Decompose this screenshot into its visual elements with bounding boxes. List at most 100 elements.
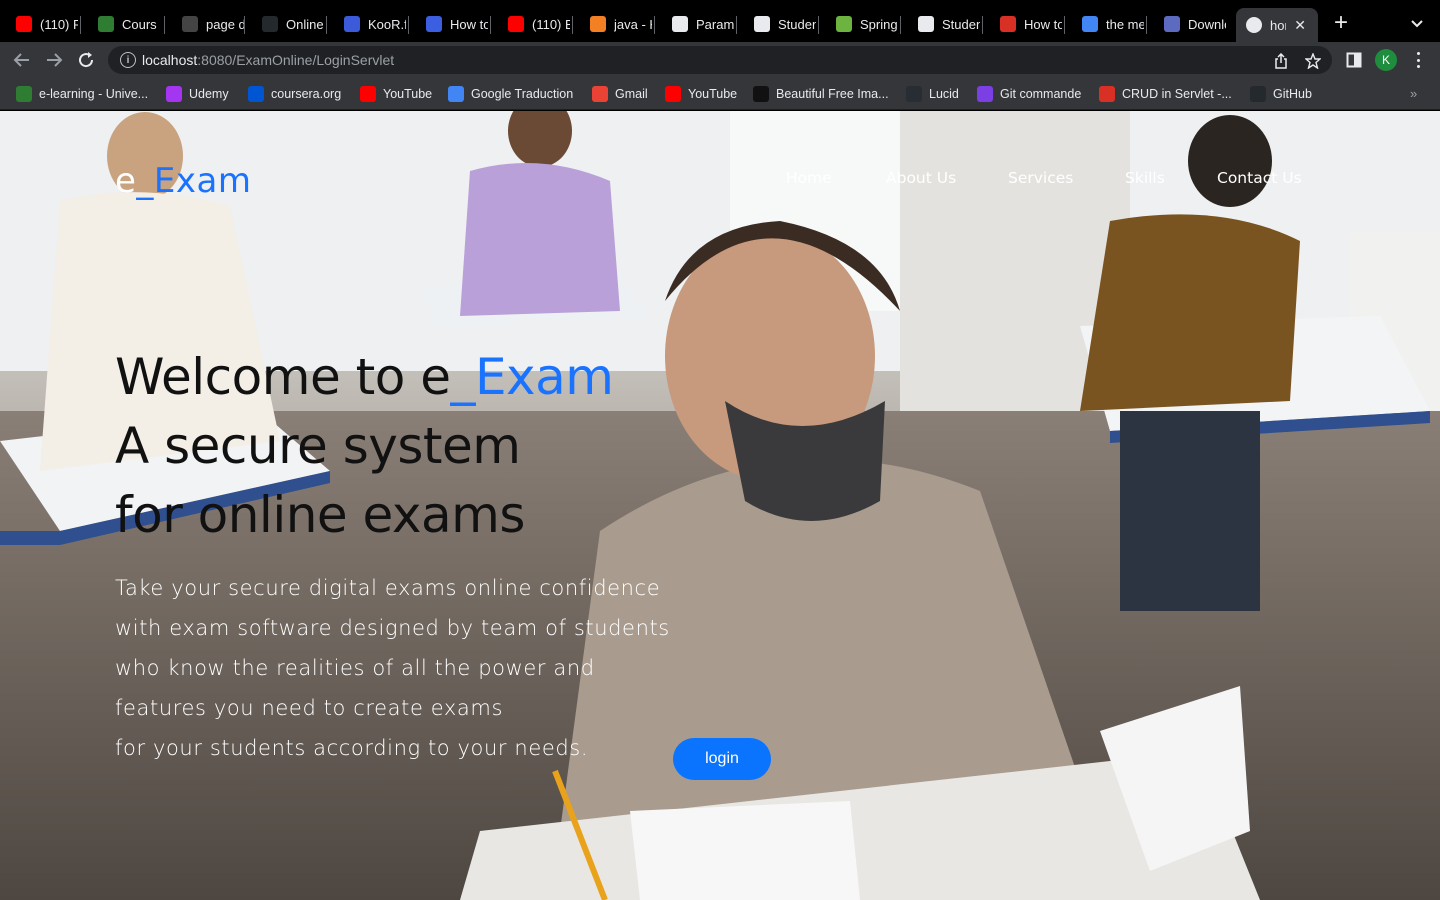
back-button[interactable]	[10, 48, 34, 72]
browser-menu-icon[interactable]	[1412, 50, 1424, 70]
bookmark-item[interactable]: Beautiful Free Ima...	[753, 84, 889, 104]
tab-title: the me	[1106, 16, 1144, 32]
login-button[interactable]: login	[673, 738, 771, 780]
unsplash-icon	[753, 86, 769, 102]
bookmark-item[interactable]: YouTube	[360, 84, 432, 104]
nav-about-us[interactable]: About Us	[886, 169, 956, 187]
site-logo[interactable]: e_Exam	[115, 161, 251, 201]
tab-title: KooR.fr	[368, 16, 406, 32]
close-tab-icon[interactable]: ✕	[1294, 17, 1306, 34]
description-line: Take your secure digital exams online co…	[115, 576, 661, 600]
hero-description: Take your secure digital exams online co…	[115, 568, 755, 768]
tab-separator	[654, 16, 655, 34]
browser-tab[interactable]: java - H	[574, 9, 652, 39]
browser-tab[interactable]: (110) Fl	[0, 9, 78, 39]
sketch-icon	[182, 16, 198, 32]
bookmark-item[interactable]: e-learning - Unive...	[16, 84, 148, 104]
tab-separator	[900, 16, 901, 34]
url-host: localhost	[142, 52, 198, 68]
arrow-right-icon	[47, 53, 63, 67]
browser-tab[interactable]: How to	[984, 9, 1062, 39]
description-line: features you need to create exams	[115, 696, 503, 720]
bookmark-star-icon[interactable]	[1304, 52, 1322, 70]
site-info-icon[interactable]: i	[120, 52, 136, 68]
bookmark-item[interactable]: Google Traduction	[448, 84, 573, 104]
forward-button[interactable]	[42, 48, 66, 72]
nav-skills[interactable]: Skills	[1125, 169, 1165, 187]
tab-separator	[164, 16, 165, 34]
side-panel-button[interactable]	[1342, 48, 1366, 72]
coursera-icon	[248, 86, 264, 102]
headline-line-2: A secure system	[115, 417, 521, 475]
profile-avatar[interactable]: K	[1375, 49, 1397, 71]
browser-tab[interactable]: How to	[410, 9, 488, 39]
bookmark-label: e-learning - Unive...	[39, 87, 149, 101]
more-bookmarks-icon[interactable]: »	[1410, 86, 1417, 101]
headline-brand: _Exam	[450, 348, 614, 406]
side-panel-icon	[1346, 52, 1362, 68]
tab-title: hon	[1270, 17, 1286, 33]
bookmark-item[interactable]: Git commande	[977, 84, 1081, 104]
tab-title: Studen	[942, 16, 980, 32]
address-bar[interactable]: i localhost:8080/ExamOnline/LoginServlet	[108, 46, 1332, 74]
logo-accent: _Exam	[136, 161, 252, 201]
tab-separator	[326, 16, 327, 34]
bookmarks-bar: e-learning - Unive... Udemy coursera.org Yo…	[0, 78, 1440, 110]
globe-icon	[754, 16, 770, 32]
description-line: who know the realities of all the power …	[115, 656, 595, 680]
description-line: for your students according to your need…	[115, 736, 589, 760]
share-icon[interactable]	[1272, 52, 1290, 70]
browser-tab[interactable]: Cours :	[82, 9, 160, 39]
bookmark-item[interactable]: coursera.org	[248, 84, 341, 104]
browser-tab[interactable]: Spring	[820, 9, 898, 39]
browser-tab[interactable]: (110) B	[492, 9, 570, 39]
tab-title: Studen	[778, 16, 816, 32]
nav-services[interactable]: Services	[1008, 169, 1073, 187]
tab-title: How to	[1024, 16, 1062, 32]
nav-contact-us[interactable]: Contact Us	[1217, 169, 1302, 187]
tab-search-icon[interactable]	[1408, 14, 1426, 32]
arrow-left-icon	[13, 53, 29, 67]
new-tab-button[interactable]: +	[1330, 10, 1352, 38]
tab-title: page de	[206, 16, 244, 32]
bookmark-item[interactable]: GitHub	[1250, 84, 1312, 104]
bookmark-label: GitHub	[1273, 87, 1312, 101]
bookmark-label: Lucid	[929, 87, 959, 101]
bookmark-item[interactable]: YouTube	[665, 84, 737, 104]
google-translate-icon	[448, 86, 464, 102]
browser-tab[interactable]: the me	[1066, 9, 1144, 39]
browser-tab[interactable]: Studen	[902, 9, 980, 39]
bookmark-label: Udemy	[189, 87, 229, 101]
browser-tab[interactable]: Onlinex	[246, 9, 324, 39]
bookmark-item[interactable]: Lucid	[906, 84, 959, 104]
spring-icon	[836, 16, 852, 32]
headline-welcome: Welcome to e	[115, 348, 451, 406]
github-icon	[262, 16, 278, 32]
browser-tab[interactable]: Studen	[738, 9, 816, 39]
bookmark-label: YouTube	[383, 87, 433, 101]
stackoverflow-icon	[590, 16, 606, 32]
bookmark-label: Gmail	[615, 87, 648, 101]
tab-separator	[818, 16, 819, 34]
browser-tab[interactable]: KooR.fr	[328, 9, 406, 39]
tab-separator	[572, 16, 573, 34]
bookmark-item[interactable]: Gmail	[592, 84, 648, 104]
browser-tab-active[interactable]: hon ✕	[1236, 8, 1318, 42]
browser-tab[interactable]: Paramè	[656, 9, 734, 39]
bookmark-item[interactable]: CRUD in Servlet -...	[1099, 84, 1232, 104]
bookmark-label: Beautiful Free Ima...	[776, 87, 889, 101]
javatpoint-icon	[1000, 16, 1016, 32]
browser-tab[interactable]: Downlo	[1148, 9, 1226, 39]
browser-tab[interactable]: page de	[166, 9, 244, 39]
lucid-icon	[906, 86, 922, 102]
reload-button[interactable]	[74, 48, 98, 72]
bookmark-item[interactable]: Udemy	[166, 84, 229, 104]
url-path: :8080/ExamOnline/LoginServlet	[197, 52, 395, 68]
tab-separator	[982, 16, 983, 34]
tab-separator	[244, 16, 245, 34]
bookmark-label: CRUD in Servlet -...	[1122, 87, 1232, 101]
tab-title: Downlo	[1188, 16, 1226, 32]
headline-line-3: for online exams	[115, 486, 525, 544]
tab-title: Cours :	[122, 16, 160, 32]
nav-home[interactable]: Home	[786, 169, 832, 187]
